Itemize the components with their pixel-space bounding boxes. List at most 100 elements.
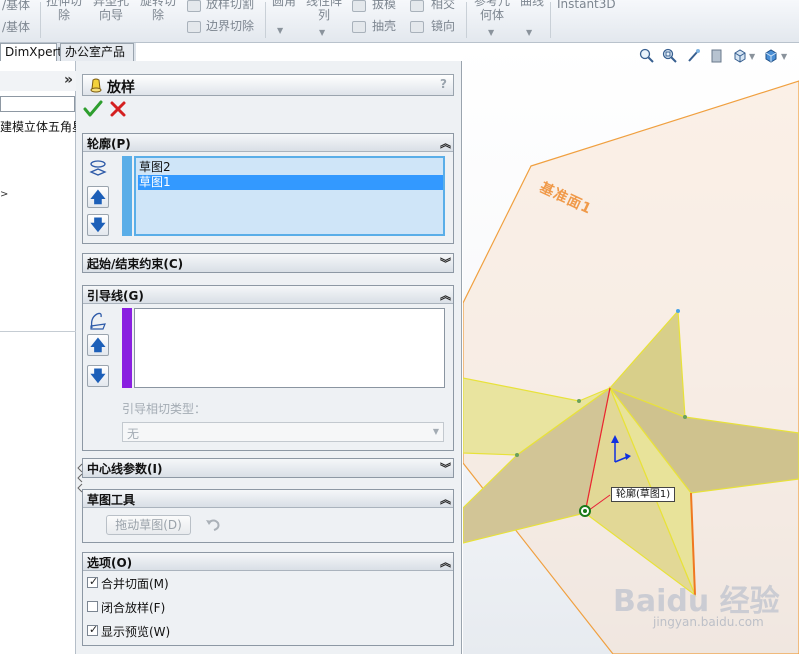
expand-chevron-icon[interactable]: ︾ (440, 255, 451, 271)
feature-tree: » 建模立体五角星 > (0, 61, 84, 654)
chevron-down-icon[interactable]: ▼ (781, 52, 787, 61)
chevron-down-icon: ▼ (432, 427, 439, 436)
arrow-down-icon: 🡇 (90, 366, 106, 385)
checkbox-box[interactable] (87, 601, 98, 612)
list-item-selected[interactable]: 草图1 (138, 175, 443, 190)
group-guides-header[interactable]: 引导线(G) ︽ (83, 286, 453, 304)
undo-sketch-icon[interactable] (204, 517, 222, 536)
model-geometry (463, 80, 799, 654)
ok-button[interactable] (83, 100, 103, 118)
collapse-chevron-icon[interactable]: ︽ (440, 287, 451, 303)
tree-header: » (0, 71, 76, 91)
list-item[interactable]: 草图2 (138, 160, 443, 175)
ribbon-extruded-cut[interactable]: 拉伸切 除 (46, 0, 82, 22)
collapse-chevron-icon[interactable]: ︽ (440, 491, 451, 507)
help-icon[interactable]: ? (440, 77, 447, 91)
ribbon-boss-base-2[interactable]: /基体 (2, 20, 30, 34)
pm-header: 放样 ? (82, 74, 454, 96)
graphics-viewport[interactable]: 基准面1 轮廓(草图1) ▼ ▼ Baidu 经验 jingyan.baidu.… (463, 43, 799, 654)
group-guide-curves: 引导线(G) ︽ 🡅 🡇 引导相切类型： 无 ▼ (82, 285, 454, 451)
mirror-icon (410, 21, 424, 33)
ribbon-revolved-cut[interactable]: 旋转切 除 (140, 0, 176, 22)
group-sketch-tools-title: 草图工具 (87, 493, 136, 507)
connector-handle-center (583, 509, 587, 513)
ribbon-fillet[interactable]: 圆角 (272, 0, 296, 8)
manager-tabs: DimXpert 办公室产品 (0, 43, 136, 61)
guides-listbox[interactable] (134, 308, 445, 388)
tree-expand-icon[interactable]: > (0, 189, 8, 200)
move-up-button[interactable]: 🡅 (87, 186, 109, 208)
intersect-icon (410, 0, 424, 12)
collapse-chevron-icon[interactable]: ︽ (440, 554, 451, 570)
cancel-button[interactable] (108, 100, 128, 118)
ribbon-boss-base-1[interactable]: /基体 (2, 0, 30, 12)
loft-property-manager: 放样 ? 轮廓(P) ︽ 🡅 🡇 草图2 草图1 起始/结束约束(C) ︾ 引导… (76, 61, 462, 654)
refgeom-dropdown-icon[interactable]: ▼ (488, 28, 494, 37)
previous-view-icon[interactable] (686, 48, 702, 64)
ribbon-draft[interactable]: 拔模 (372, 0, 396, 11)
ribbon-reference-geometry[interactable]: 参考几 何体 (474, 0, 510, 22)
drag-sketch-button[interactable]: 拖动草图(D) (106, 515, 191, 535)
guide-move-up-button[interactable]: 🡅 (87, 334, 109, 356)
group-sketch-tools-header[interactable]: 草图工具 ︽ (83, 490, 453, 508)
tree-item-part[interactable]: 建模立体五角星 (0, 118, 84, 135)
ribbon-shell[interactable]: 抽壳 (372, 19, 396, 33)
collapse-tree-button[interactable]: » (64, 72, 73, 88)
ribbon-linear-pattern[interactable]: 线性阵 列 (306, 0, 342, 22)
ribbon-lofted-cut[interactable]: 放样切割 (206, 0, 254, 11)
ribbon-curves[interactable]: 曲线 (520, 0, 544, 8)
vertex-dot (676, 309, 680, 313)
display-style-icon[interactable] (763, 48, 779, 64)
group-sketch-tools: 草图工具 ︽ 拖动草图(D) (82, 489, 454, 543)
profile-sketch-icon (87, 158, 109, 183)
group-centerline-header[interactable]: 中心线参数(I) ︾ (83, 459, 453, 477)
checkbox-box[interactable]: ✓ (87, 623, 99, 636)
view-orientation-icon[interactable] (732, 48, 748, 64)
profile-callout[interactable]: 轮廓(草图1) (611, 487, 676, 502)
tree-filter-input[interactable] (0, 96, 75, 112)
zoom-to-area-icon[interactable] (662, 48, 678, 64)
collapse-chevron-icon[interactable]: ︽ (440, 135, 451, 151)
group-start-end-constraints: 起始/结束约束(C) ︾ (82, 253, 454, 273)
group-centerline-parameters: 中心线参数(I) ︾ (82, 458, 454, 478)
group-profiles-header[interactable]: 轮廓(P) ︽ (83, 134, 453, 152)
ribbon-separator (550, 2, 551, 38)
ribbon-instant3d[interactable]: Instant3D (557, 0, 616, 11)
group-options-title: 选项(O) (87, 556, 133, 570)
tab-dimxpert[interactable]: DimXpert (0, 43, 62, 61)
profiles-listbox[interactable]: 草图2 草图1 (134, 156, 445, 236)
tab-office-products[interactable]: 办公室产品 (60, 43, 134, 61)
checkbox-label: 显示预览(W) (101, 625, 171, 639)
checkbox-box[interactable]: ✓ (87, 575, 98, 588)
ribbon-intersect[interactable]: 相交 (431, 0, 455, 11)
draft-icon (352, 0, 366, 12)
curves-dropdown-icon[interactable]: ▼ (526, 28, 532, 37)
profile-color-swatch (122, 156, 132, 236)
tangency-type-dropdown[interactable]: 无 ▼ (122, 422, 444, 442)
group-centerline-title: 中心线参数(I) (87, 462, 163, 476)
vertex-dot (515, 453, 519, 457)
move-down-button[interactable]: 🡇 (87, 214, 109, 236)
arrow-up-icon: 🡅 (90, 187, 106, 206)
chevron-down-icon[interactable]: ▼ (749, 52, 755, 61)
group-options-header[interactable]: 选项(O) ︽ (83, 553, 453, 571)
panel-resize-grip[interactable] (76, 462, 84, 494)
expand-chevron-icon[interactable]: ︾ (440, 460, 451, 476)
shell-icon (352, 21, 366, 33)
group-guides-title: 引导线(G) (87, 289, 144, 303)
boundary-cut-icon (187, 21, 201, 33)
fillet-dropdown-icon[interactable]: ▼ (277, 26, 283, 35)
guide-move-down-button[interactable]: 🡇 (87, 365, 109, 387)
zoom-to-fit-icon[interactable] (639, 48, 655, 64)
ribbon-mirror[interactable]: 镜向 (431, 19, 455, 33)
watermark-logo: Baidu 经验 (613, 584, 780, 619)
ribbon-boundary-cut[interactable]: 边界切除 (206, 19, 254, 33)
checkmark-icon: ✓ (89, 623, 99, 636)
group-start-end-header[interactable]: 起始/结束约束(C) ︾ (83, 254, 453, 272)
ribbon-hole-wizard[interactable]: 异型孔 向导 (93, 0, 129, 22)
section-view-icon[interactable] (709, 48, 725, 64)
ribbon-separator (466, 2, 467, 38)
ribbon-separator (265, 2, 266, 38)
pattern-dropdown-icon[interactable]: ▼ (319, 28, 325, 37)
arrow-down-icon: 🡇 (90, 215, 106, 234)
